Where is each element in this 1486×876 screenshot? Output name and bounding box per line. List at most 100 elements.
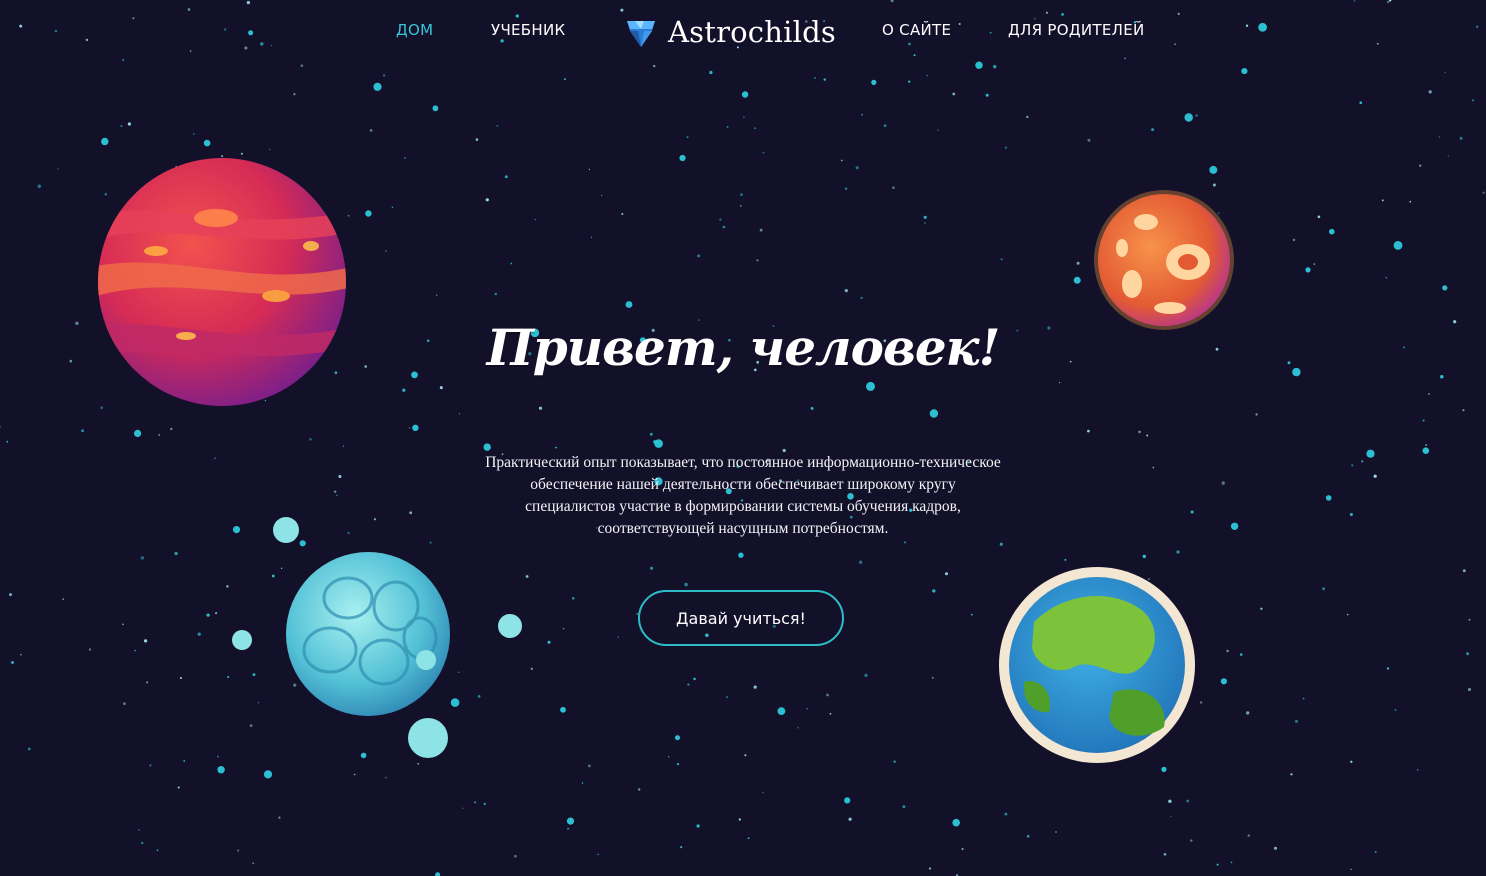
star-dot	[738, 552, 744, 558]
star-dot	[1292, 238, 1296, 242]
star-dot	[945, 572, 948, 576]
star-dot	[1087, 429, 1090, 433]
star-dot	[547, 640, 551, 644]
star-dot	[1422, 419, 1425, 422]
blue-moon-planet-illustration	[232, 517, 522, 758]
nav-link-parents[interactable]: ДЛЯ РОДИТЕЛЕЙ	[1008, 21, 1145, 39]
star-dot	[1444, 72, 1446, 74]
orange-crater-planet-illustration	[1094, 190, 1234, 330]
star-dot	[932, 589, 936, 593]
star-dot	[369, 129, 373, 132]
star-dot	[1374, 850, 1377, 853]
star-dot	[588, 168, 591, 171]
star-dot	[747, 837, 750, 840]
star-dot	[883, 124, 887, 127]
star-dot	[6, 440, 9, 443]
star-dot	[494, 292, 497, 296]
star-dot	[365, 210, 372, 217]
star-dot	[756, 259, 759, 262]
star-dot	[650, 566, 654, 570]
star-dot	[1221, 481, 1225, 485]
star-dot	[1425, 444, 1427, 446]
star-dot	[932, 677, 934, 679]
start-learning-button[interactable]: Давай учиться!	[638, 590, 844, 646]
star-dot	[37, 184, 41, 188]
nav-link-about[interactable]: О САЙТЕ	[882, 21, 951, 39]
star-dot	[759, 228, 763, 232]
star-dot	[203, 139, 211, 147]
star-dot	[1409, 200, 1412, 203]
star-dot	[1438, 136, 1441, 138]
star-dot	[1302, 697, 1305, 700]
star-dot	[923, 215, 927, 219]
star-dot	[81, 429, 84, 433]
star-dot	[823, 78, 826, 81]
star-dot	[217, 755, 219, 758]
star-dot	[1026, 835, 1030, 838]
red-gas-planet-illustration	[98, 158, 346, 406]
site-logo[interactable]: Astrochilds	[624, 12, 836, 52]
star-dot	[1059, 382, 1061, 384]
star-dot	[840, 159, 843, 162]
star-dot	[1073, 276, 1081, 284]
star-dot	[496, 125, 499, 127]
star-dot	[127, 122, 131, 126]
star-dot	[1292, 367, 1301, 377]
site-logo-text: Astrochilds	[668, 15, 836, 49]
star-dot	[193, 133, 195, 135]
star-dot	[1055, 831, 1057, 833]
star-dot	[844, 187, 848, 190]
star-dot	[134, 429, 142, 437]
star-dot	[719, 218, 722, 221]
star-dot	[158, 434, 160, 436]
hero-title: Привет, человек!	[486, 318, 1001, 377]
star-dot	[601, 194, 603, 197]
star-dot	[1138, 430, 1141, 434]
star-dot	[483, 443, 491, 451]
star-dot	[738, 818, 741, 821]
star-dot	[675, 735, 680, 741]
star-dot	[404, 157, 406, 159]
star-dot	[1230, 522, 1239, 530]
star-dot	[485, 198, 489, 202]
star-dot	[1146, 434, 1149, 437]
star-dot	[1260, 607, 1263, 610]
star-dot	[177, 786, 180, 789]
star-dot	[1417, 769, 1419, 771]
star-dot	[562, 627, 565, 630]
star-dot	[993, 65, 997, 69]
star-dot	[1386, 667, 1390, 670]
star-dot	[937, 129, 939, 131]
star-dot	[952, 92, 956, 96]
star-dot	[952, 818, 960, 827]
nav-link-home[interactable]: ДОМ	[396, 21, 433, 39]
star-dot	[722, 225, 726, 229]
star-dot	[27, 747, 31, 751]
star-dot	[88, 648, 92, 651]
top-navigation: ДОМ УЧЕБНИК Astrochilds О САЙТЕ ДЛЯ РОДИ…	[0, 0, 1486, 62]
star-dot	[1325, 495, 1332, 501]
star-dot	[743, 116, 745, 118]
diamond-icon	[627, 21, 655, 47]
star-dot	[566, 817, 575, 825]
star-dot	[385, 250, 387, 252]
star-dot	[1419, 164, 1422, 167]
star-dot	[844, 289, 848, 293]
star-dot	[1190, 839, 1193, 842]
star-dot	[679, 154, 686, 162]
star-dot	[263, 770, 273, 779]
star-dot	[214, 457, 216, 460]
star-dot	[814, 76, 816, 79]
star-dot	[560, 706, 566, 713]
star-dot	[1447, 155, 1449, 157]
star-dot	[426, 339, 430, 343]
star-dot	[1152, 466, 1155, 469]
star-dot	[156, 849, 159, 851]
star-dot	[1209, 165, 1218, 174]
star-dot	[844, 797, 851, 804]
star-dot	[587, 764, 591, 768]
star-dot	[1241, 68, 1248, 75]
star-dot	[530, 667, 533, 671]
nav-link-textbook[interactable]: УЧЕБНИК	[491, 21, 565, 39]
star-dot	[1047, 326, 1051, 330]
